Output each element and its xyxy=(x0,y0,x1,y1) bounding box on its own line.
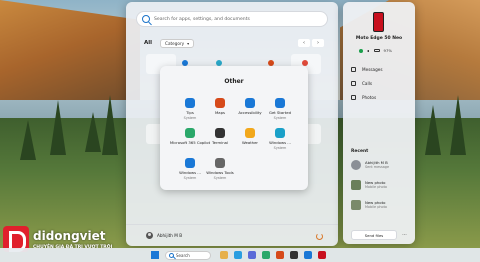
store-icon[interactable] xyxy=(262,251,270,259)
recent-title: Recent xyxy=(351,149,369,154)
app-name: Terminal xyxy=(211,140,229,145)
app-subtitle: System xyxy=(183,115,197,120)
back-button[interactable]: ‹ xyxy=(298,39,310,47)
taskbar: Search xyxy=(0,248,480,262)
category-dropdown[interactable]: Category ▾ xyxy=(160,38,195,48)
photos-icon xyxy=(351,95,356,100)
wallpaper-tree xyxy=(50,100,66,155)
all-apps-label: All xyxy=(144,40,153,46)
wallpaper-tree xyxy=(425,105,441,155)
taskbar-search-label: Search xyxy=(176,252,190,258)
folder-app-tile[interactable]: Windows Tools System xyxy=(204,158,236,180)
file-explorer-icon[interactable] xyxy=(220,251,228,259)
photos-label: Photos xyxy=(362,95,377,100)
phone-calls-item[interactable]: Calls xyxy=(351,81,372,86)
terminal-icon xyxy=(215,128,225,138)
app-name: Maps xyxy=(215,110,225,115)
edge-icon[interactable] xyxy=(234,251,242,259)
folder-app-tile[interactable]: Windows ... System xyxy=(174,158,206,180)
messages-icon xyxy=(351,67,356,72)
bluetooth-icon: ∎ xyxy=(367,48,370,53)
office-icon[interactable] xyxy=(276,251,284,259)
phone-messages-item[interactable]: Messages xyxy=(351,67,383,72)
all-apps-header: All Category ▾ ‹ › xyxy=(144,38,324,48)
folder-app-tile[interactable]: Get Started System xyxy=(264,98,296,120)
app-subtitle: System xyxy=(213,175,227,180)
phone-photos-item[interactable]: Photos xyxy=(351,95,376,100)
start-search-box[interactable]: Search for apps, settings, and documents xyxy=(136,11,328,27)
search-icon xyxy=(142,15,150,23)
send-files-button[interactable]: Send files xyxy=(351,230,397,240)
accessibility-icon xyxy=(245,98,255,108)
app-name: Accessibility xyxy=(238,110,262,115)
app-name: Weather xyxy=(242,140,258,145)
calls-icon xyxy=(351,81,356,86)
folder-app-tile[interactable]: Maps xyxy=(204,98,236,116)
recent-item[interactable]: New photo Mobile photo xyxy=(351,200,387,210)
calls-label: Calls xyxy=(362,81,372,86)
get-started-icon xyxy=(275,98,285,108)
phone-link-icon[interactable] xyxy=(318,251,326,259)
wallpaper-tree xyxy=(85,112,101,152)
terminal-icon[interactable] xyxy=(290,251,298,259)
phone-status-row: ∎ 97% xyxy=(359,48,392,53)
category-label: Category xyxy=(165,40,185,46)
recent-item[interactable]: Abhijith M B Sent message xyxy=(351,160,389,170)
windows-backup-icon xyxy=(275,128,285,138)
photo-thumbnail xyxy=(351,200,361,210)
power-icon[interactable] xyxy=(316,233,323,240)
battery-level: 97% xyxy=(383,48,392,53)
wallpaper-tree xyxy=(20,120,36,160)
app-subtitle: System xyxy=(273,145,287,150)
wallpaper-tree xyxy=(102,95,118,155)
folder-app-tile[interactable]: Accessibility xyxy=(234,98,266,116)
search-icon xyxy=(169,252,174,258)
settings-icon[interactable] xyxy=(304,251,312,259)
folder-title: Other xyxy=(224,78,244,85)
user-name[interactable]: Abhijith M B xyxy=(157,233,182,238)
taskbar-search[interactable]: Search xyxy=(165,250,211,260)
nav-buttons: ‹ › xyxy=(298,39,324,47)
copilot-icon[interactable] xyxy=(248,251,256,259)
phone-link-panel: Moto Edge 50 Neo ∎ 97% Messages Calls Ph… xyxy=(343,2,415,244)
avatar[interactable] xyxy=(146,232,153,239)
messages-label: Messages xyxy=(362,67,383,72)
maps-icon xyxy=(215,98,225,108)
recent-item-sub: Sent message xyxy=(365,165,390,169)
folder-app-tile[interactable]: Windows ... System xyxy=(264,128,296,150)
folder-app-tile[interactable]: Microsoft 365 Copilot xyxy=(170,128,210,146)
weather-icon xyxy=(245,128,255,138)
folder-app-tile[interactable]: Weather xyxy=(234,128,266,146)
recent-item-sub: Mobile photo xyxy=(365,185,387,189)
search-placeholder: Search for apps, settings, and documents xyxy=(154,16,250,22)
recent-item[interactable]: New photo Mobile photo xyxy=(351,180,387,190)
wallpaper-tree xyxy=(450,95,466,155)
app-subtitle: System xyxy=(273,115,287,120)
folder-app-tile[interactable]: Tips System xyxy=(174,98,206,120)
phone-device-name: Moto Edge 50 Neo xyxy=(355,36,403,41)
avatar xyxy=(351,160,361,170)
phone-device-image xyxy=(373,12,384,32)
windows-tools-icon xyxy=(215,158,225,168)
battery-icon xyxy=(373,48,380,53)
forward-button[interactable]: › xyxy=(312,39,324,47)
app-subtitle: System xyxy=(183,175,197,180)
folder-app-tile[interactable]: Terminal xyxy=(204,128,236,146)
tips-icon xyxy=(185,98,195,108)
connected-icon xyxy=(359,48,363,53)
chevron-down-icon: ▾ xyxy=(187,40,190,46)
photo-thumbnail xyxy=(351,180,361,190)
windows-media-icon xyxy=(185,158,195,168)
logo-brand: didongviet xyxy=(33,229,106,243)
other-folder-popup: Other Tips System Maps Accessibility Get Sta… xyxy=(160,66,308,190)
user-bar: Abhijith M B xyxy=(126,224,338,246)
recent-item-sub: Mobile photo xyxy=(365,205,387,209)
copilot-icon xyxy=(185,128,195,138)
more-options-button[interactable]: ... xyxy=(400,230,409,240)
windows-start-icon[interactable] xyxy=(151,251,159,259)
